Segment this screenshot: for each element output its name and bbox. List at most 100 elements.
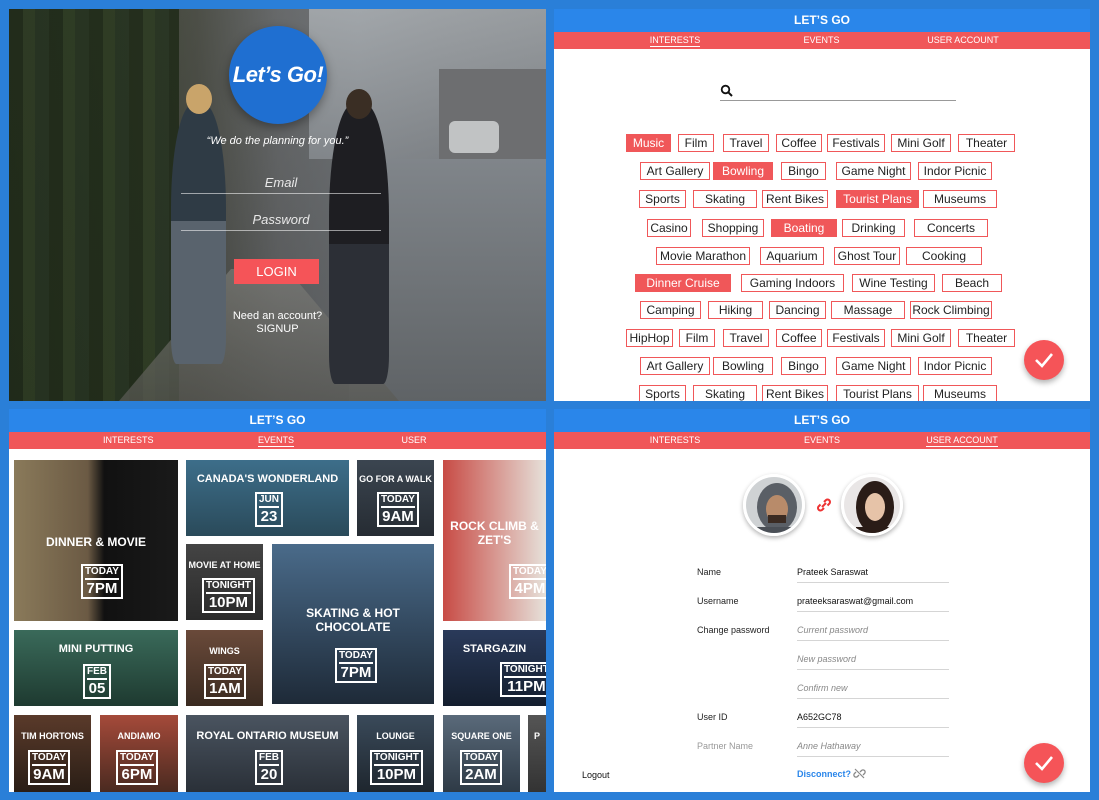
- interest-chip[interactable]: Film: [679, 329, 715, 347]
- interest-chip[interactable]: Camping: [640, 301, 701, 319]
- interest-chip[interactable]: Game Night: [836, 357, 911, 375]
- tab-user-account[interactable]: USER ACCOUNT: [379, 432, 449, 461]
- event-tile[interactable]: DINNER & MOVIE TODAY 7PM: [14, 460, 178, 621]
- interest-chip[interactable]: HipHop: [626, 329, 673, 347]
- field-input[interactable]: Confirm new: [797, 683, 949, 699]
- interest-chip[interactable]: Theater: [958, 329, 1015, 347]
- interest-chip[interactable]: Film: [678, 134, 714, 152]
- event-date-value: 6PM: [121, 766, 153, 783]
- interest-chip[interactable]: Sports: [639, 385, 686, 401]
- interest-chip[interactable]: Concerts: [914, 219, 988, 237]
- tab-events[interactable]: EVENTS: [799, 32, 844, 49]
- interest-chip[interactable]: Rock Climbing: [910, 301, 992, 319]
- event-tile[interactable]: ROYAL ONTARIO MUSEUM FEB 20: [186, 715, 349, 792]
- event-tile[interactable]: SQUARE ONE TODAY 2AM: [443, 715, 520, 792]
- interest-chip[interactable]: Sports: [639, 190, 686, 208]
- interest-chip[interactable]: Music: [626, 134, 671, 152]
- signup-link[interactable]: SIGNUP: [9, 323, 546, 335]
- interest-chip[interactable]: Dinner Cruise: [635, 274, 731, 292]
- event-tile[interactable]: TIM HORTONS TODAY 9AM: [14, 715, 91, 792]
- interest-chip[interactable]: Rent Bikes: [762, 385, 828, 401]
- tab-user-account[interactable]: USER ACCOUNT: [926, 432, 998, 449]
- confirm-account-button[interactable]: [1024, 743, 1064, 783]
- event-tile[interactable]: MINI PUTTING FEB 05: [14, 630, 178, 706]
- password-field[interactable]: Password: [181, 212, 381, 231]
- interest-chip[interactable]: Ghost Tour: [834, 247, 900, 265]
- interest-chip[interactable]: Museums: [923, 190, 997, 208]
- tab-bar: INTERESTS EVENTS USER ACCOUNT: [9, 432, 546, 461]
- interest-chip[interactable]: Hiking: [708, 301, 763, 319]
- event-tile[interactable]: ANDIAMO TODAY 6PM: [100, 715, 178, 792]
- interest-chip[interactable]: Festivals: [827, 329, 885, 347]
- interest-chip[interactable]: Rent Bikes: [762, 190, 828, 208]
- tab-user-account[interactable]: USER ACCOUNT: [926, 32, 1000, 49]
- event-tile[interactable]: GO FOR A WALK TODAY 9AM: [357, 460, 434, 536]
- disconnect-link[interactable]: Disconnect?: [797, 769, 851, 779]
- field-input[interactable]: New password: [797, 654, 949, 670]
- tab-label: EVENTS: [803, 435, 840, 445]
- interest-chip[interactable]: Art Gallery: [640, 357, 710, 375]
- field-input[interactable]: Prateek Saraswat: [797, 567, 949, 583]
- field-input[interactable]: prateeksaraswat@gmail.com: [797, 596, 949, 612]
- unlink-icon[interactable]: [853, 767, 866, 780]
- interest-chip[interactable]: Aquarium: [760, 247, 824, 265]
- tab-interests[interactable]: INTERESTS: [103, 432, 154, 449]
- interest-chip[interactable]: Indor Picnic: [918, 357, 992, 375]
- interest-chip[interactable]: Shopping: [702, 219, 764, 237]
- interest-chip[interactable]: Wine Testing: [852, 274, 935, 292]
- event-title: LOUNGE: [376, 731, 415, 741]
- event-tile[interactable]: STARGAZIN TONIGHT 11PM: [443, 630, 546, 706]
- interest-chip[interactable]: Coffee: [776, 329, 822, 347]
- interest-chip[interactable]: Bingo: [781, 162, 826, 180]
- tab-events[interactable]: EVENTS: [257, 432, 295, 449]
- email-field[interactable]: Email: [181, 175, 381, 194]
- search-input[interactable]: [720, 84, 956, 101]
- interest-chip[interactable]: Tourist Plans: [836, 385, 919, 401]
- interest-chip[interactable]: Travel: [723, 134, 769, 152]
- event-tile[interactable]: P: [528, 715, 546, 792]
- interest-chip[interactable]: Museums: [923, 385, 997, 401]
- field-input[interactable]: Current password: [797, 625, 949, 641]
- interest-chip[interactable]: Gaming Indoors: [741, 274, 844, 292]
- logout-link[interactable]: Logout: [582, 770, 610, 780]
- field-input[interactable]: Anne Hathaway: [797, 741, 949, 757]
- interest-chip[interactable]: Art Gallery: [640, 162, 710, 180]
- tab-events[interactable]: EVENTS: [802, 432, 842, 449]
- interest-chip[interactable]: Cooking: [906, 247, 982, 265]
- interest-chip[interactable]: Bowling: [713, 357, 773, 375]
- login-button[interactable]: LOGIN: [234, 259, 319, 284]
- interest-chip[interactable]: Mini Golf: [891, 134, 951, 152]
- interest-chip[interactable]: Game Night: [836, 162, 911, 180]
- interest-chip[interactable]: Mini Golf: [891, 329, 951, 347]
- interest-chip[interactable]: Skating: [693, 385, 757, 401]
- interest-chip[interactable]: Movie Marathon: [656, 247, 750, 265]
- interest-chip[interactable]: Theater: [958, 134, 1015, 152]
- tab-interests[interactable]: INTERESTS: [649, 432, 701, 449]
- interest-chip[interactable]: Indor Picnic: [918, 162, 992, 180]
- event-tile[interactable]: LOUNGE TONIGHT 10PM: [357, 715, 434, 792]
- event-tile[interactable]: ROCK CLIMB & ZET'S TODAY 4PM: [443, 460, 546, 621]
- interest-chip[interactable]: Travel: [723, 329, 769, 347]
- interest-chip[interactable]: Bowling: [713, 162, 773, 180]
- event-tile[interactable]: CANADA'S WONDERLAND JUN 23: [186, 460, 349, 536]
- interest-chip[interactable]: Bingo: [781, 357, 826, 375]
- interest-chip[interactable]: Skating: [693, 190, 757, 208]
- interest-chip[interactable]: Beach: [942, 274, 1002, 292]
- interest-chip[interactable]: Coffee: [776, 134, 822, 152]
- field-label: Name: [697, 567, 722, 577]
- event-tile[interactable]: MOVIE AT HOME TONIGHT 10PM: [186, 544, 263, 620]
- interest-chip[interactable]: Festivals: [827, 134, 885, 152]
- event-date-value: 1AM: [209, 680, 241, 697]
- interest-chip[interactable]: Massage: [831, 301, 905, 319]
- event-title: SQUARE ONE: [451, 731, 512, 741]
- field-input[interactable]: A652GC78: [797, 712, 949, 728]
- interest-chip[interactable]: Dancing: [769, 301, 826, 319]
- interest-chip[interactable]: Drinking: [842, 219, 905, 237]
- tab-interests[interactable]: INTERESTS: [649, 32, 701, 49]
- event-tile[interactable]: WINGS TODAY 1AM: [186, 630, 263, 706]
- interest-chip[interactable]: Casino: [647, 219, 691, 237]
- confirm-interests-button[interactable]: [1024, 340, 1064, 380]
- event-tile[interactable]: SKATING & HOT CHOCOLATE TODAY 7PM: [272, 544, 434, 704]
- interest-chip[interactable]: Boating: [771, 219, 837, 237]
- interest-chip[interactable]: Tourist Plans: [836, 190, 919, 208]
